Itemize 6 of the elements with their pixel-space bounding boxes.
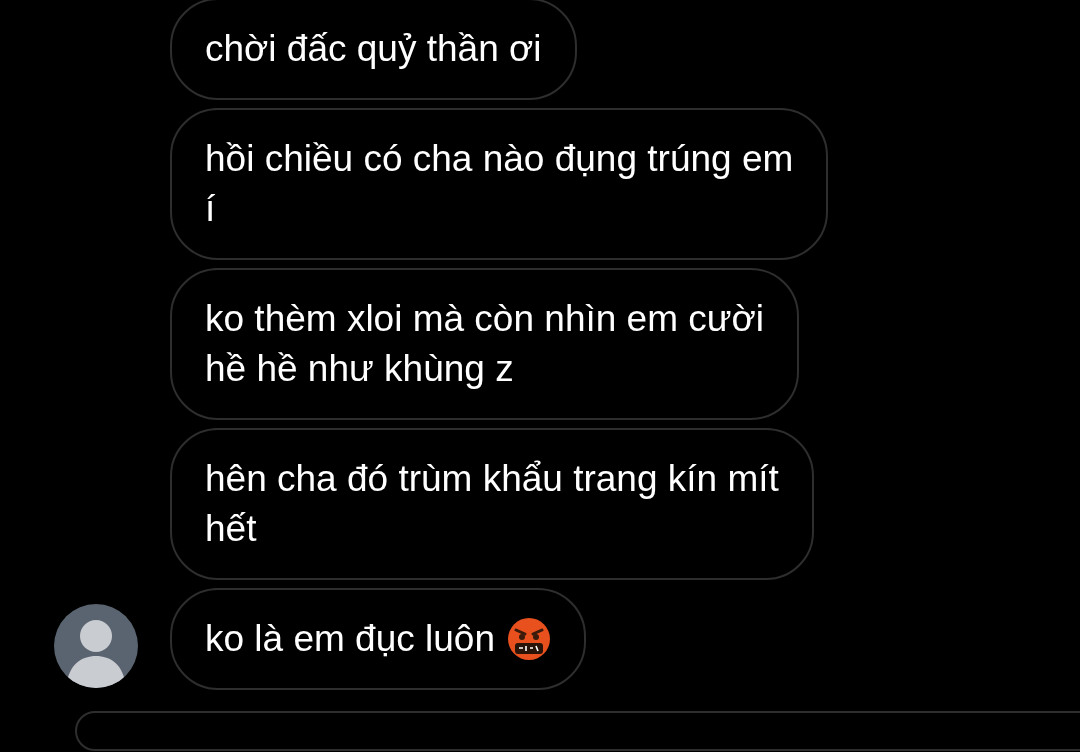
message-text: ko là em đục luôn	[205, 617, 495, 661]
message-text: chời đấc quỷ thần ơi	[205, 27, 542, 71]
message-text: hồi chiều có cha nào đụng trúng em í	[205, 137, 794, 231]
message-text: ko thèm xloi mà còn nhìn em cười hề hề như khùng z	[205, 297, 765, 391]
message-text: hên cha đó trùm khẩu trang kín mít hết	[205, 457, 779, 551]
cursing-face-icon	[507, 617, 551, 661]
